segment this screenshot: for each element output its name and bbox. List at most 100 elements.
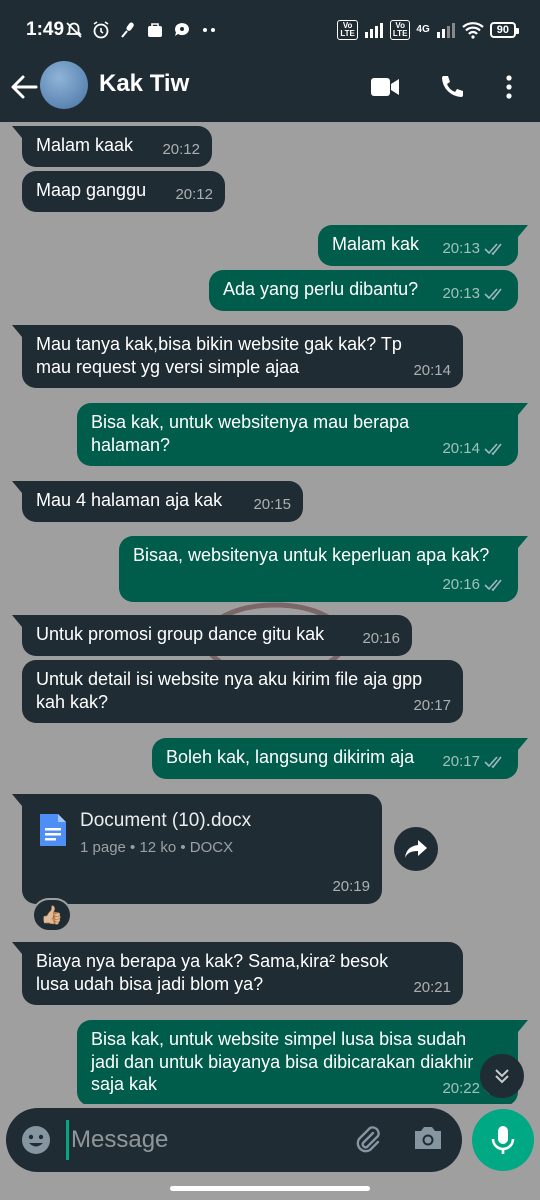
message-bubble-outgoing[interactable]: Bisaa, websitenya untuk keperluan apa ka…	[119, 536, 528, 602]
message-time-text: 20:22	[442, 1079, 480, 1097]
attach-icon[interactable]	[352, 1124, 384, 1156]
message-composer	[6, 1108, 462, 1172]
wifi-icon	[462, 22, 484, 39]
message-bubble-incoming[interactable]: Maap ganggu 20:12	[22, 171, 225, 212]
reaction-badge[interactable]: 👍🏼	[32, 898, 72, 932]
message-time-text: 20:19	[332, 877, 370, 895]
message-time-text: 20:12	[175, 185, 213, 203]
message-bubble-incoming[interactable]: Mau tanya kak,bisa bikin website gak kak…	[12, 325, 463, 388]
scroll-to-bottom-button[interactable]	[480, 1054, 524, 1098]
message-text: Bisa kak, untuk websitenya mau berapa ha…	[91, 412, 410, 455]
message-time: 20:16	[362, 628, 400, 651]
camera-icon[interactable]	[412, 1124, 446, 1156]
message-time-text: 20:15	[253, 495, 291, 513]
message-meta: 20:14	[442, 438, 506, 461]
video-call-icon[interactable]	[370, 72, 400, 102]
network-type: 4G	[416, 24, 430, 35]
message-text: Untuk promosi group dance gitu kak	[36, 624, 325, 644]
message-bubble-outgoing[interactable]: Bisa kak, untuk website simpel lusa bisa…	[77, 1020, 528, 1104]
message-meta: 20:17	[442, 751, 506, 774]
message-text: Biaya nya berapa ya kak? Sama,kira² beso…	[36, 951, 389, 994]
chat-header: Kak Tiw	[0, 58, 540, 122]
message-time-text: 20:21	[413, 978, 451, 996]
message-bubble-outgoing[interactable]: Boleh kak, langsung dikirim aja 20:17	[152, 738, 528, 779]
status-bar: 1:49 Vo LTE Vo LTE 4G 90	[0, 0, 540, 58]
message-meta: 20:16	[442, 574, 506, 597]
message-time-text: 20:17	[413, 696, 451, 714]
message-time-text: 20:17	[442, 752, 480, 770]
emoji-icon[interactable]	[20, 1124, 52, 1156]
network-indicator: 4G	[416, 25, 429, 35]
message-meta: 20:13	[442, 283, 506, 306]
read-ticks-icon	[484, 288, 502, 300]
battery-indicator: 90	[489, 22, 520, 38]
document-name: Document (10).docx	[80, 810, 252, 831]
message-time-text: 20:14	[413, 361, 451, 379]
message-text: Bisaa, websitenya untuk keperluan apa ka…	[133, 545, 490, 565]
double-chevron-down-icon	[495, 1069, 509, 1084]
message-time-text: 20:12	[162, 140, 200, 158]
contact-name[interactable]: Kak Tiw	[99, 70, 189, 98]
message-time-text: 20:14	[442, 439, 480, 457]
document-file-icon	[40, 814, 66, 846]
message-meta: 20:13	[442, 238, 506, 261]
back-arrow-icon[interactable]	[10, 72, 38, 102]
message-time: 20:14	[413, 360, 451, 383]
message-text: Maap ganggu	[36, 180, 147, 200]
mic-button[interactable]	[472, 1109, 534, 1171]
message-time-text: 20:16	[362, 629, 400, 647]
message-text: Ada yang perlu dibantu?	[223, 279, 419, 299]
status-time: 1:49	[26, 19, 65, 40]
message-bubble-outgoing[interactable]: Ada yang perlu dibantu? 20:13	[209, 270, 518, 311]
message-bubble-incoming[interactable]: Biaya nya berapa ya kak? Sama,kira² beso…	[12, 942, 463, 1005]
volte-badge-2: Vo LTE	[389, 20, 411, 40]
message-time: 20:21	[413, 977, 451, 1000]
message-bubble-incoming[interactable]: Mau 4 halaman aja kak 20:15	[12, 481, 303, 522]
status-right-icons: Vo LTE Vo LTE 4G 90	[337, 20, 520, 40]
message-text: Malam kaak	[36, 135, 134, 155]
more-notifications-icon	[199, 20, 219, 40]
message-time: 20:17	[413, 695, 451, 718]
more-vert-icon[interactable]	[494, 72, 524, 102]
message-time-text: 20:13	[442, 239, 480, 257]
chat-bubble-icon	[172, 20, 192, 40]
message-bubble-incoming[interactable]: Untuk promosi group dance gitu kak 20:16	[12, 615, 412, 656]
store-icon	[145, 20, 165, 40]
document-info: 1 page • 12 ko • DOCX	[80, 839, 234, 856]
voice-call-icon[interactable]	[437, 72, 467, 102]
status-left-icons	[64, 20, 219, 40]
message-bubble-outgoing[interactable]: Bisa kak, untuk websitenya mau berapa ha…	[77, 403, 528, 466]
message-bubble-incoming[interactable]: Untuk detail isi website nya aku kirim f…	[22, 660, 463, 723]
signal-2-icon	[436, 23, 455, 38]
document-message[interactable]: Document (10).docx 1 page • 12 ko • DOCX…	[12, 794, 382, 904]
read-ticks-icon	[484, 579, 502, 591]
message-input[interactable]	[66, 1120, 336, 1160]
message-time: 20:12	[175, 184, 213, 207]
home-indicator[interactable]	[170, 1186, 370, 1191]
alarm-icon	[91, 20, 111, 40]
mute-icon	[64, 20, 84, 40]
message-text: Bisa kak, untuk website simpel lusa bisa…	[91, 1029, 474, 1094]
mic-off-icon	[118, 20, 138, 40]
avatar[interactable]	[40, 61, 88, 109]
message-time: 20:12	[162, 139, 200, 162]
read-ticks-icon	[484, 443, 502, 455]
signal-icon	[364, 23, 383, 38]
forward-button[interactable]	[394, 827, 438, 871]
document-card[interactable]: Document (10).docx 1 page • 12 ko • DOCX	[28, 800, 376, 862]
message-text: Untuk detail isi website nya aku kirim f…	[36, 669, 423, 712]
read-ticks-icon	[484, 756, 502, 768]
message-bubble-outgoing[interactable]: Malam kak 20:13	[318, 225, 528, 266]
message-text: Malam kak	[332, 234, 420, 254]
message-bubble-incoming[interactable]: Malam kaak 20:12	[12, 126, 212, 167]
message-text: Boleh kak, langsung dikirim aja	[166, 747, 415, 767]
message-time: 20:19	[332, 876, 370, 899]
message-time: 20:15	[253, 494, 291, 517]
message-text: Mau tanya kak,bisa bikin website gak kak…	[36, 334, 402, 377]
forward-icon	[405, 840, 427, 858]
chat-area[interactable]: Malam kaak 20:12 Maap ganggu 20:12 Malam…	[0, 122, 540, 1104]
message-time-text: 20:13	[442, 284, 480, 302]
message-time-text: 20:16	[442, 575, 480, 593]
mic-icon	[491, 1126, 515, 1154]
read-ticks-icon	[484, 243, 502, 255]
